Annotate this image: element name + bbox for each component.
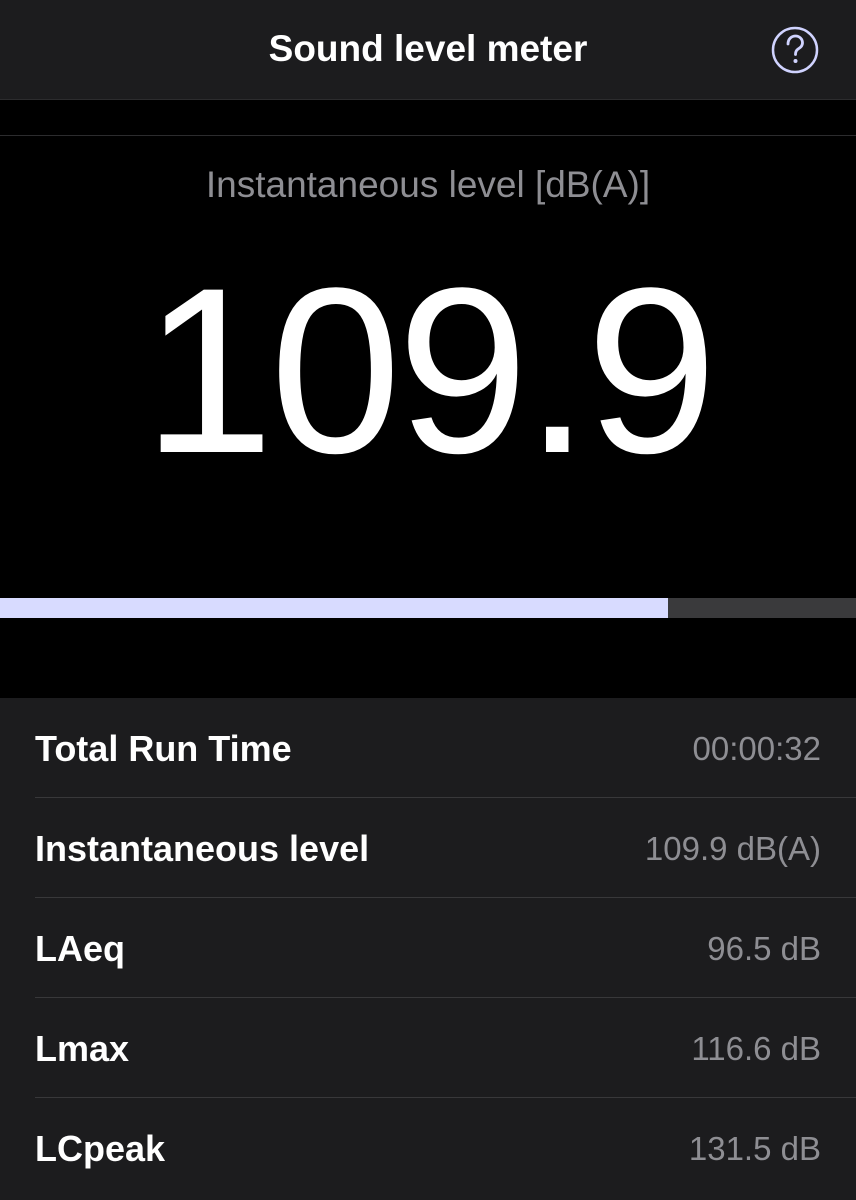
help-button[interactable] [771, 26, 819, 74]
toolbar-spacer [0, 100, 856, 136]
stat-row-laeq: LAeq 96.5 dB [35, 898, 856, 998]
meter-value: 109.9 [142, 239, 718, 503]
stat-value: 131.5 dB [688, 1130, 821, 1167]
stat-row-total-run-time: Total Run Time 00:00:32 [35, 698, 856, 798]
level-bar [0, 598, 856, 618]
stat-row-lmax: Lmax 116.6 dB [35, 998, 856, 1098]
stat-label: LAeq [35, 928, 125, 969]
stat-label: Instantaneous level [35, 828, 370, 869]
level-bar-fill [0, 598, 668, 618]
meter-label: Instantaneous level [dB(A)] [205, 164, 651, 205]
stat-value: 00:00:32 [692, 730, 821, 767]
stat-label: LCpeak [35, 1128, 166, 1169]
stat-value: 116.6 dB [691, 1030, 821, 1067]
question-circle-icon [771, 26, 819, 74]
stat-value: 109.9 dB(A) [644, 830, 821, 867]
stat-value: 96.5 dB [707, 930, 821, 967]
stat-label: Lmax [35, 1028, 130, 1069]
stats-list: Total Run Time 00:00:32 Instantaneous le… [0, 698, 856, 1200]
stat-row-instantaneous-level: Instantaneous level 109.9 dB(A) [35, 798, 856, 898]
navigation-bar: Sound level meter [0, 0, 856, 100]
stat-label: Total Run Time [35, 728, 292, 769]
meter-panel: Instantaneous level [dB(A)] 109.9 [0, 136, 856, 698]
stat-row-lcpeak: LCpeak 131.5 dB [35, 1098, 856, 1198]
page-title: Sound level meter [268, 28, 588, 69]
